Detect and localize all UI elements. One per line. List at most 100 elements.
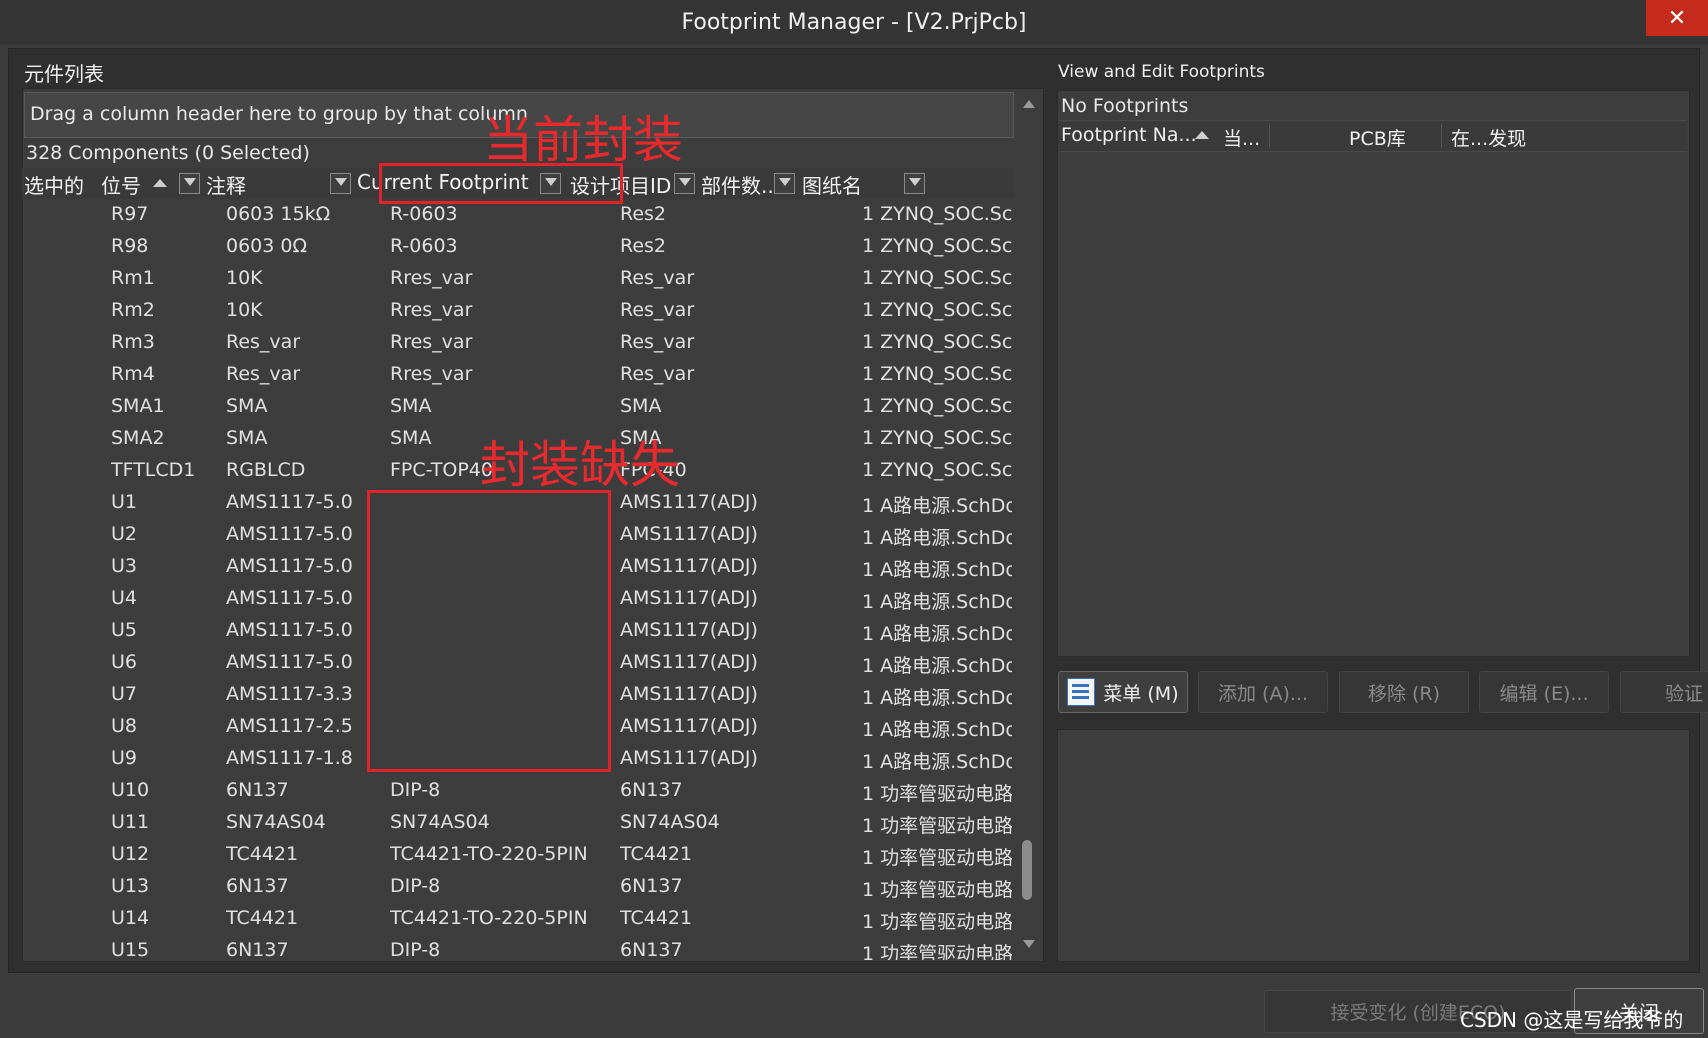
designator-cell: U5 <box>111 619 137 641</box>
filter-icon[interactable] <box>904 173 925 194</box>
comment-cell: AMS1117-5.0 <box>226 491 353 513</box>
designator-cell: U2 <box>111 523 137 545</box>
menu-button-label: 菜单 (M) <box>1103 682 1179 705</box>
part-count-value: 1 <box>862 623 875 645</box>
col-designator[interactable]: 位号 <box>101 168 141 199</box>
comment-cell: AMS1117-5.0 <box>226 523 353 545</box>
menu-button[interactable]: 菜单 (M) <box>1058 671 1188 713</box>
comment-cell: 6N137 <box>226 779 289 801</box>
close-window-button[interactable]: ✕ <box>1646 0 1708 36</box>
comment-cell: TC4421 <box>226 843 299 865</box>
sheet-name-value: 功率管驱动电路 <box>880 879 1012 901</box>
current-footprint-cell: TC4421-TO-220-5PIN <box>390 907 588 929</box>
table-row[interactable]: Rm4 Res_var Rres_var Res_var 1 ZYNQ_SOC.SchD <box>22 360 1014 392</box>
table-row[interactable]: Rm2 10K Rres_var Res_var 1 ZYNQ_SOC.SchD <box>22 296 1014 328</box>
table-row[interactable]: U11 SN74AS04 SN74AS04 SN74AS04 1 功率管驱动电路 <box>22 808 1014 840</box>
designator-cell: U1 <box>111 491 137 513</box>
validate-button[interactable]: 验证 <box>1620 671 1708 713</box>
design-item-id-cell: AMS1117(ADJ) <box>620 587 758 609</box>
col-footprint-name[interactable]: Footprint Na... <box>1061 124 1197 146</box>
designator-cell: U3 <box>111 555 137 577</box>
table-row[interactable]: R97 0603 15kΩ R-0603 Res2 1 ZYNQ_SOC.SchD <box>22 200 1014 232</box>
table-row[interactable]: Rm3 Res_var Rres_var Res_var 1 ZYNQ_SOC.SchD <box>22 328 1014 360</box>
sort-ascending-icon[interactable] <box>1195 131 1209 139</box>
table-row[interactable]: U13 6N137 DIP-8 6N137 1 功率管驱动电路 <box>22 872 1014 904</box>
filter-icon[interactable] <box>179 173 200 194</box>
designator-cell: Rm3 <box>111 331 155 353</box>
filter-icon[interactable] <box>774 173 795 194</box>
part-count-value: 1 <box>862 299 875 321</box>
menu-list-icon <box>1067 678 1096 706</box>
table-row[interactable]: U12 TC4421 TC4421-TO-220-5PIN TC4421 1 功率管驱动… <box>22 840 1014 872</box>
comment-cell: 10K <box>226 267 263 289</box>
sheet-name-value: ZYNQ_SOC.SchD <box>880 395 1012 417</box>
sheet-name-value: A路电源.SchDoc <box>880 687 1012 709</box>
comment-cell: SN74AS04 <box>226 811 326 833</box>
comment-cell: AMS1117-1.8 <box>226 747 353 769</box>
sheet-cell: 1 A路电源.SchDoc <box>862 747 1012 774</box>
part-count-value: 1 <box>862 527 875 549</box>
table-row[interactable]: SMA1SMASMASMA1 ZYNQ_SOC.SchD <box>22 392 1014 424</box>
add-footprint-button[interactable]: 添加 (A)... <box>1198 671 1328 713</box>
sheet-name-value: A路电源.SchDoc <box>880 559 1012 581</box>
sheet-name-value: A路电源.SchDoc <box>880 495 1012 517</box>
design-item-id-cell: SN74AS04 <box>620 811 720 833</box>
table-row[interactable]: U14 TC4421 TC4421-TO-220-5PIN TC4421 1 功率管驱动… <box>22 904 1014 936</box>
sheet-cell: 1 功率管驱动电路 <box>862 939 1012 960</box>
sheet-name-value: A路电源.SchDoc <box>880 623 1012 645</box>
comment-cell: RGBLCD <box>226 459 306 481</box>
table-row[interactable]: U10 6N137 DIP-8 6N137 1 功率管驱动电路 <box>22 776 1014 808</box>
col-part-count[interactable]: 部件数... <box>701 168 780 199</box>
sheet-name-value: 功率管驱动电路 <box>880 911 1012 933</box>
col-selected[interactable]: 选中的 <box>24 168 84 199</box>
missing-footprint-annotation: 封装缺失 <box>480 436 680 494</box>
current-footprint-cell: DIP-8 <box>390 939 441 960</box>
vertical-scrollbar-thumb[interactable] <box>1022 840 1032 900</box>
sheet-name-value: 功率管驱动电路 <box>880 815 1012 837</box>
designator-cell: SMA1 <box>111 395 165 417</box>
designator-cell: U6 <box>111 651 137 673</box>
col-found-in[interactable]: 在...发现 <box>1451 124 1526 151</box>
design-item-id-cell: 6N137 <box>620 779 683 801</box>
current-footprint-annotation: 当前封装 <box>483 111 683 169</box>
current-footprint-cell: Rres_var <box>390 299 473 321</box>
table-row[interactable]: Rm1 10K Rres_var Res_var 1 ZYNQ_SOC.SchD <box>22 264 1014 296</box>
sheet-name-value: A路电源.SchDoc <box>880 719 1012 741</box>
filter-icon[interactable] <box>330 173 351 194</box>
sheet-cell: 1 ZYNQ_SOC.SchD <box>862 267 1012 289</box>
remove-footprint-button[interactable]: 移除 (R) <box>1339 671 1469 713</box>
comment-cell: Res_var <box>226 331 301 353</box>
scroll-down-arrow-icon[interactable] <box>1023 940 1035 948</box>
comment-cell: AMS1117-3.3 <box>226 683 353 705</box>
designator-cell: U11 <box>111 811 150 833</box>
sheet-name-value: ZYNQ_SOC.SchD <box>880 459 1012 481</box>
part-count-value: 1 <box>862 427 875 449</box>
edit-footprint-button[interactable]: 编辑 (E)... <box>1479 671 1609 713</box>
comment-cell: AMS1117-5.0 <box>226 619 353 641</box>
component-list-caption: 元件列表 <box>24 62 104 86</box>
part-count-value: 1 <box>862 687 875 709</box>
col-sheet-name[interactable]: 图纸名 <box>802 168 862 199</box>
designator-cell: Rm4 <box>111 363 155 385</box>
sheet-cell: 1 功率管驱动电路 <box>862 907 1012 934</box>
sheet-cell: 1 ZYNQ_SOC.SchD <box>862 235 1012 257</box>
table-row[interactable]: U15 6N137 DIP-8 6N137 1 功率管驱动电路 <box>22 936 1014 960</box>
design-item-id-cell: TC4421 <box>620 843 693 865</box>
scroll-up-arrow-icon[interactable] <box>1023 100 1035 108</box>
table-row[interactable]: R98 0603 0Ω R-0603 Res2 1 ZYNQ_SOC.SchD <box>22 232 1014 264</box>
part-count-value: 1 <box>862 267 875 289</box>
footprint-list-panel <box>1057 90 1690 657</box>
col-comment[interactable]: 注释 <box>206 168 246 199</box>
sheet-name-value: ZYNQ_SOC.SchD <box>880 267 1012 289</box>
design-item-id-cell: 6N137 <box>620 875 683 897</box>
col-current[interactable]: 当... <box>1223 124 1260 151</box>
col-pcb-library[interactable]: PCB库 <box>1349 124 1406 151</box>
part-count-value: 1 <box>862 847 875 869</box>
sheet-cell: 1 ZYNQ_SOC.SchD <box>862 363 1012 385</box>
sort-ascending-icon[interactable] <box>153 179 167 187</box>
filter-icon[interactable] <box>674 173 695 194</box>
comment-cell: 6N137 <box>226 939 289 960</box>
part-count-value: 1 <box>862 815 875 837</box>
part-count-value: 1 <box>862 591 875 613</box>
current-footprint-cell: SN74AS04 <box>390 811 490 833</box>
